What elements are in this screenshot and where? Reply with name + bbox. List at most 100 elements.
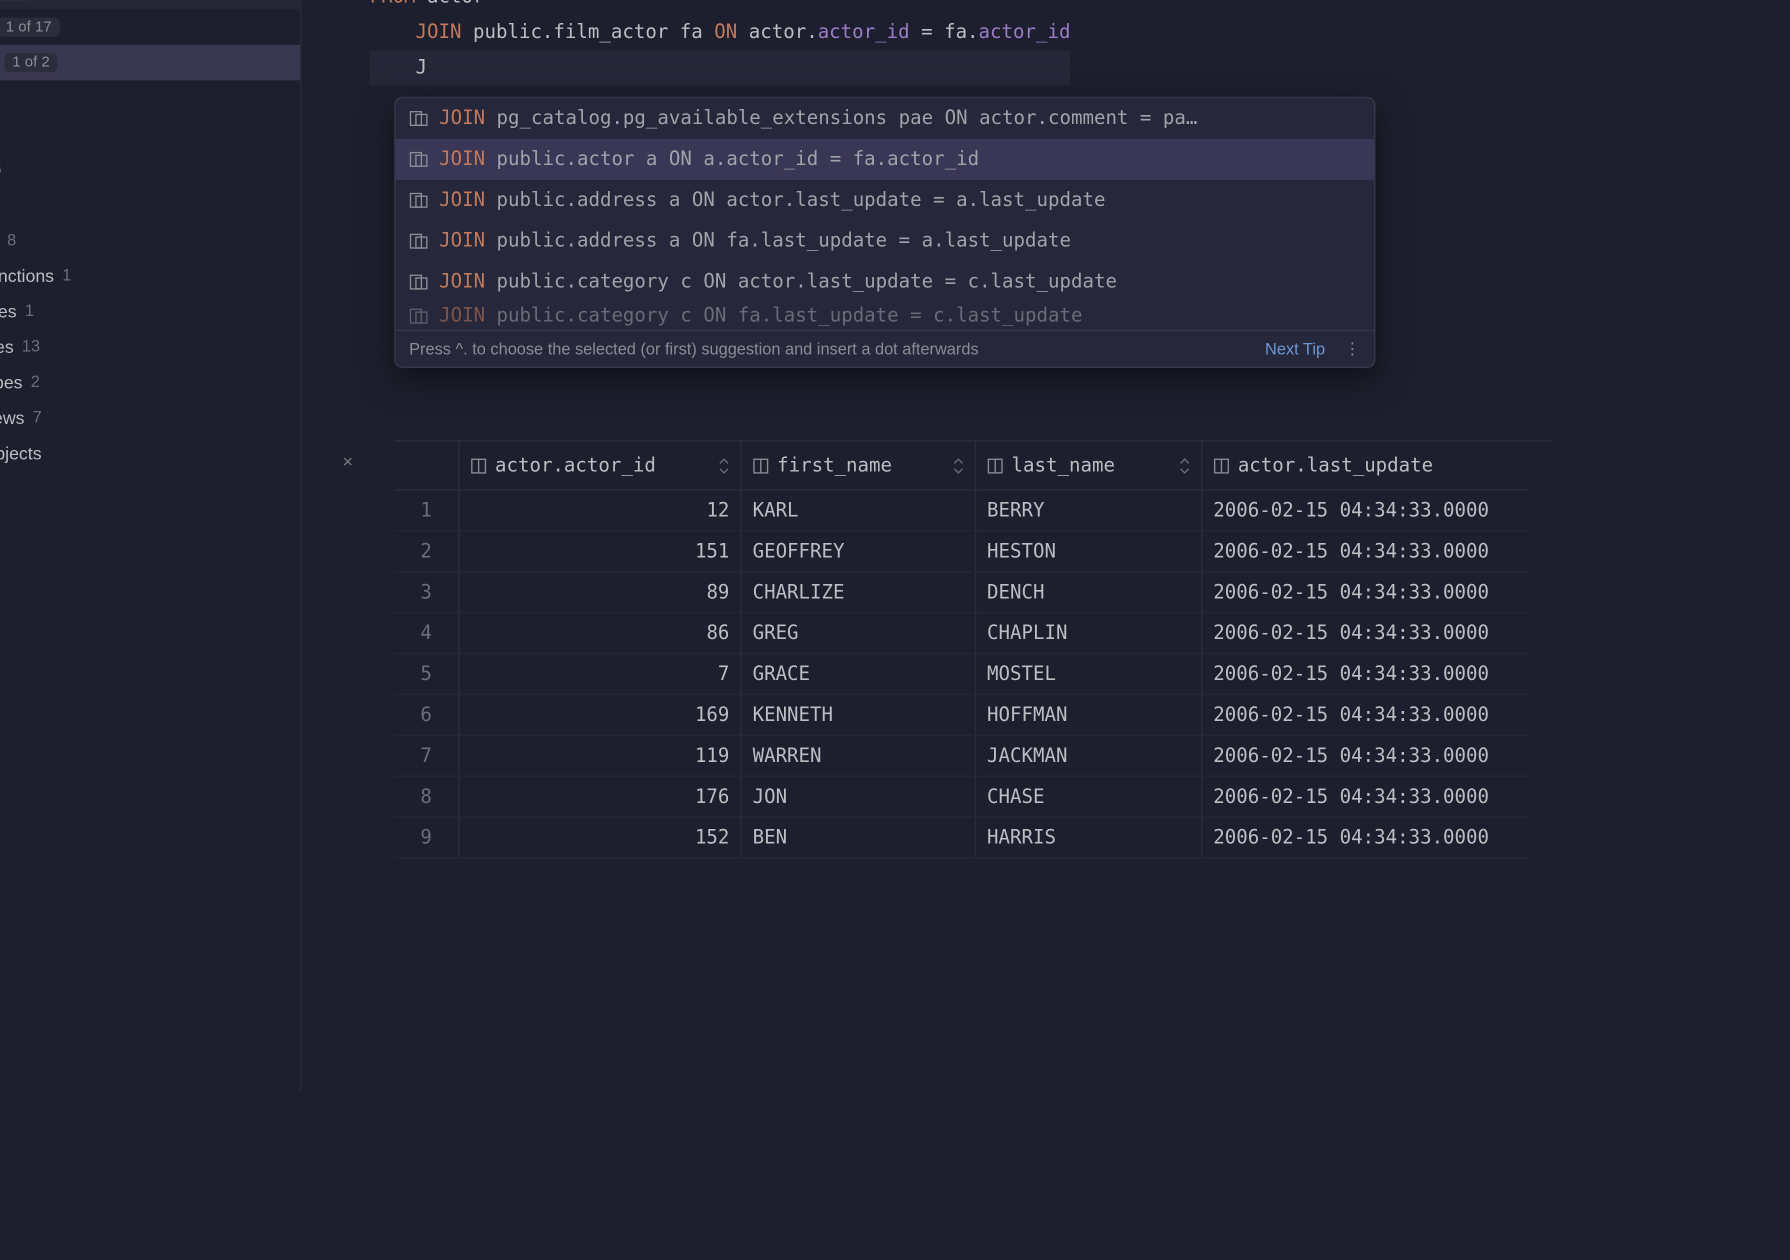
tree-node-mongodb[interactable]: MongoDB ... — [0, 541, 300, 576]
row-number: 9 — [394, 818, 459, 858]
cell-actor-id[interactable]: 152 — [460, 818, 742, 858]
column-header-actor-id[interactable]: actor.actor_id — [460, 442, 742, 490]
tree-node-public[interactable]: public — [0, 116, 300, 151]
cell-last-update[interactable]: 2006-02-15 04:34:33.0000 — [1202, 777, 1529, 817]
column-header-last-name[interactable]: last_name — [976, 442, 1202, 490]
join-icon — [409, 307, 428, 326]
cell-last-update[interactable]: 2006-02-15 04:34:33.0000 — [1202, 818, 1529, 858]
row-number: 8 — [394, 777, 459, 817]
column-header-first-name[interactable]: first_name — [742, 442, 976, 490]
tree-node-other[interactable]: Other — [0, 506, 300, 541]
cell-actor-id[interactable]: 7 — [460, 654, 742, 694]
cell-first-name[interactable]: GRACE — [742, 654, 976, 694]
cell-actor-id[interactable]: 176 — [460, 777, 742, 817]
cell-last-name[interactable]: JACKMAN — [976, 736, 1202, 776]
completion-popup[interactable]: JOIN pg_catalog.pg_available_extensions … — [394, 97, 1375, 368]
cell-actor-id[interactable]: 89 — [460, 572, 742, 612]
row-number: 7 — [394, 736, 459, 776]
cell-last-name[interactable]: HOFFMAN — [976, 695, 1202, 735]
tree-node-postgres[interactable]: Postgres in Docker 1 of 2 — [0, 45, 300, 80]
database-explorer-sidebar: Database Explorer DDL My databases — [0, 0, 301, 1092]
completion-item[interactable]: JOIN public.address a ON fa.last_update … — [395, 221, 1374, 262]
results-panel: actor.actor_id first_name last_name — [394, 440, 1551, 1092]
row-number: 4 — [394, 613, 459, 653]
join-icon — [409, 191, 428, 210]
cell-last-update[interactable]: 2006-02-15 04:34:33.0000 — [1202, 572, 1529, 612]
column-icon — [470, 457, 486, 473]
cell-actor-id[interactable]: 12 — [460, 491, 742, 531]
cell-first-name[interactable]: CHARLIZE — [742, 572, 976, 612]
cell-first-name[interactable]: GEOFFREY — [742, 532, 976, 572]
cell-last-name[interactable]: HESTON — [976, 532, 1202, 572]
tree-node-server-objects[interactable]: Server Objects — [0, 470, 300, 505]
cell-last-name[interactable]: DENCH — [976, 572, 1202, 612]
cell-last-update[interactable]: 2006-02-15 04:34:33.0000 — [1202, 654, 1529, 694]
table-row[interactable]: 486GREGCHAPLIN2006-02-15 04:34:33.0000 — [394, 613, 1529, 654]
join-icon — [409, 273, 428, 292]
sort-icon[interactable] — [719, 457, 730, 473]
tree-node-redis[interactable]: Redis 7 ... — [0, 612, 300, 647]
tree-node-functions[interactable]: functions 8 — [0, 222, 300, 257]
tree-node-mysql[interactable]: MySQL 3 of 5 — [0, 576, 300, 611]
tree-node-sequences[interactable]: sequences 13 — [0, 328, 300, 363]
tree-node-tables[interactable]: tables 26 — [0, 151, 300, 186]
tree-node-guest[interactable]: guest 1 of 3 — [0, 80, 300, 115]
table-header: actor.actor_id first_name last_name — [394, 442, 1529, 491]
row-number: 1 — [394, 491, 459, 531]
cell-first-name[interactable]: GREG — [742, 613, 976, 653]
cell-first-name[interactable]: WARREN — [742, 736, 976, 776]
cell-actor-id[interactable]: 119 — [460, 736, 742, 776]
column-icon — [1213, 457, 1229, 473]
tree-node-virtual-views[interactable]: virtual views 7 — [0, 399, 300, 434]
completion-item[interactable]: JOIN public.category c ON fa.last_update… — [395, 303, 1374, 330]
table-row[interactable]: 7119WARRENJACKMAN2006-02-15 04:34:33.000… — [394, 736, 1529, 777]
completion-item[interactable]: JOIN public.address a ON actor.last_upda… — [395, 180, 1374, 221]
tree-node-oracle[interactable]: Oracle Docker 1 of 17 — [0, 9, 300, 44]
table-row[interactable]: 389CHARLIZEDENCH2006-02-15 04:34:33.0000 — [394, 572, 1529, 613]
table-row[interactable]: 9152BENHARRIS2006-02-15 04:34:33.0000 — [394, 818, 1529, 859]
cell-last-name[interactable]: CHASE — [976, 777, 1202, 817]
table-row[interactable]: 112KARLBERRY2006-02-15 04:34:33.0000 — [394, 491, 1529, 532]
results-table[interactable]: actor.actor_id first_name last_name — [394, 442, 1529, 859]
cell-actor-id[interactable]: 169 — [460, 695, 742, 735]
sort-icon[interactable] — [1179, 457, 1190, 473]
next-tip-link[interactable]: Next Tip — [1265, 339, 1325, 358]
sql-editor[interactable]: SELECT DISTINCT * FROM actor JOIN public… — [301, 0, 1551, 440]
table-row[interactable]: 8176JONCHASE2006-02-15 04:34:33.0000 — [394, 777, 1529, 818]
cell-last-name[interactable]: HARRIS — [976, 818, 1202, 858]
cell-actor-id[interactable]: 151 — [460, 532, 742, 572]
more-icon[interactable]: ⋮ — [1344, 339, 1360, 358]
database-tree[interactable]: My databases MS SQL Server 1 of 5 Oracle… — [0, 0, 300, 653]
cell-last-update[interactable]: 2006-02-15 04:34:33.0000 — [1202, 695, 1529, 735]
cell-last-update[interactable]: 2006-02-15 04:34:33.0000 — [1202, 736, 1529, 776]
tree-node-trigger-functions[interactable]: trigger functions 1 — [0, 258, 300, 293]
cell-last-update[interactable]: 2006-02-15 04:34:33.0000 — [1202, 532, 1529, 572]
cell-last-name[interactable]: CHAPLIN — [976, 613, 1202, 653]
cell-first-name[interactable]: KENNETH — [742, 695, 976, 735]
cell-first-name[interactable]: BEN — [742, 818, 976, 858]
tree-node-aggregates[interactable]: aggregates 1 — [0, 293, 300, 328]
tree-node-database-objects[interactable]: Database Objects — [0, 435, 300, 470]
table-row[interactable]: 6169KENNETHHOFFMAN2006-02-15 04:34:33.00… — [394, 695, 1529, 736]
cell-first-name[interactable]: JON — [742, 777, 976, 817]
column-header-last-update[interactable]: actor.last_update — [1202, 442, 1529, 490]
sort-icon[interactable] — [953, 457, 964, 473]
join-icon — [409, 150, 428, 169]
cell-last-update[interactable]: 2006-02-15 04:34:33.0000 — [1202, 613, 1529, 653]
cell-actor-id[interactable]: 86 — [460, 613, 742, 653]
cell-first-name[interactable]: KARL — [742, 491, 976, 531]
table-row[interactable]: 57GRACEMOSTEL2006-02-15 04:34:33.0000 — [394, 654, 1529, 695]
tree-node-views[interactable]: views 4 — [0, 187, 300, 222]
editor-gutter — [301, 0, 369, 440]
completion-item[interactable]: JOIN public.actor a ON a.actor_id = fa.a… — [395, 139, 1374, 180]
completion-item[interactable]: JOIN pg_catalog.pg_available_extensions … — [395, 98, 1374, 139]
completion-item[interactable]: JOIN public.category c ON actor.last_upd… — [395, 262, 1374, 303]
cell-last-name[interactable]: BERRY — [976, 491, 1202, 531]
table-row[interactable]: 2151GEOFFREYHESTON2006-02-15 04:34:33.00… — [394, 532, 1529, 573]
cell-last-update[interactable]: 2006-02-15 04:34:33.0000 — [1202, 491, 1529, 531]
cell-last-name[interactable]: MOSTEL — [976, 654, 1202, 694]
tree-node-object-types[interactable]: object types 2 — [0, 364, 300, 399]
completion-footer: Press ^. to choose the selected (or firs… — [395, 330, 1374, 367]
tree-node-mssql[interactable]: MS SQL Server 1 of 5 — [0, 0, 300, 9]
close-results-icon[interactable]: × — [343, 451, 353, 471]
